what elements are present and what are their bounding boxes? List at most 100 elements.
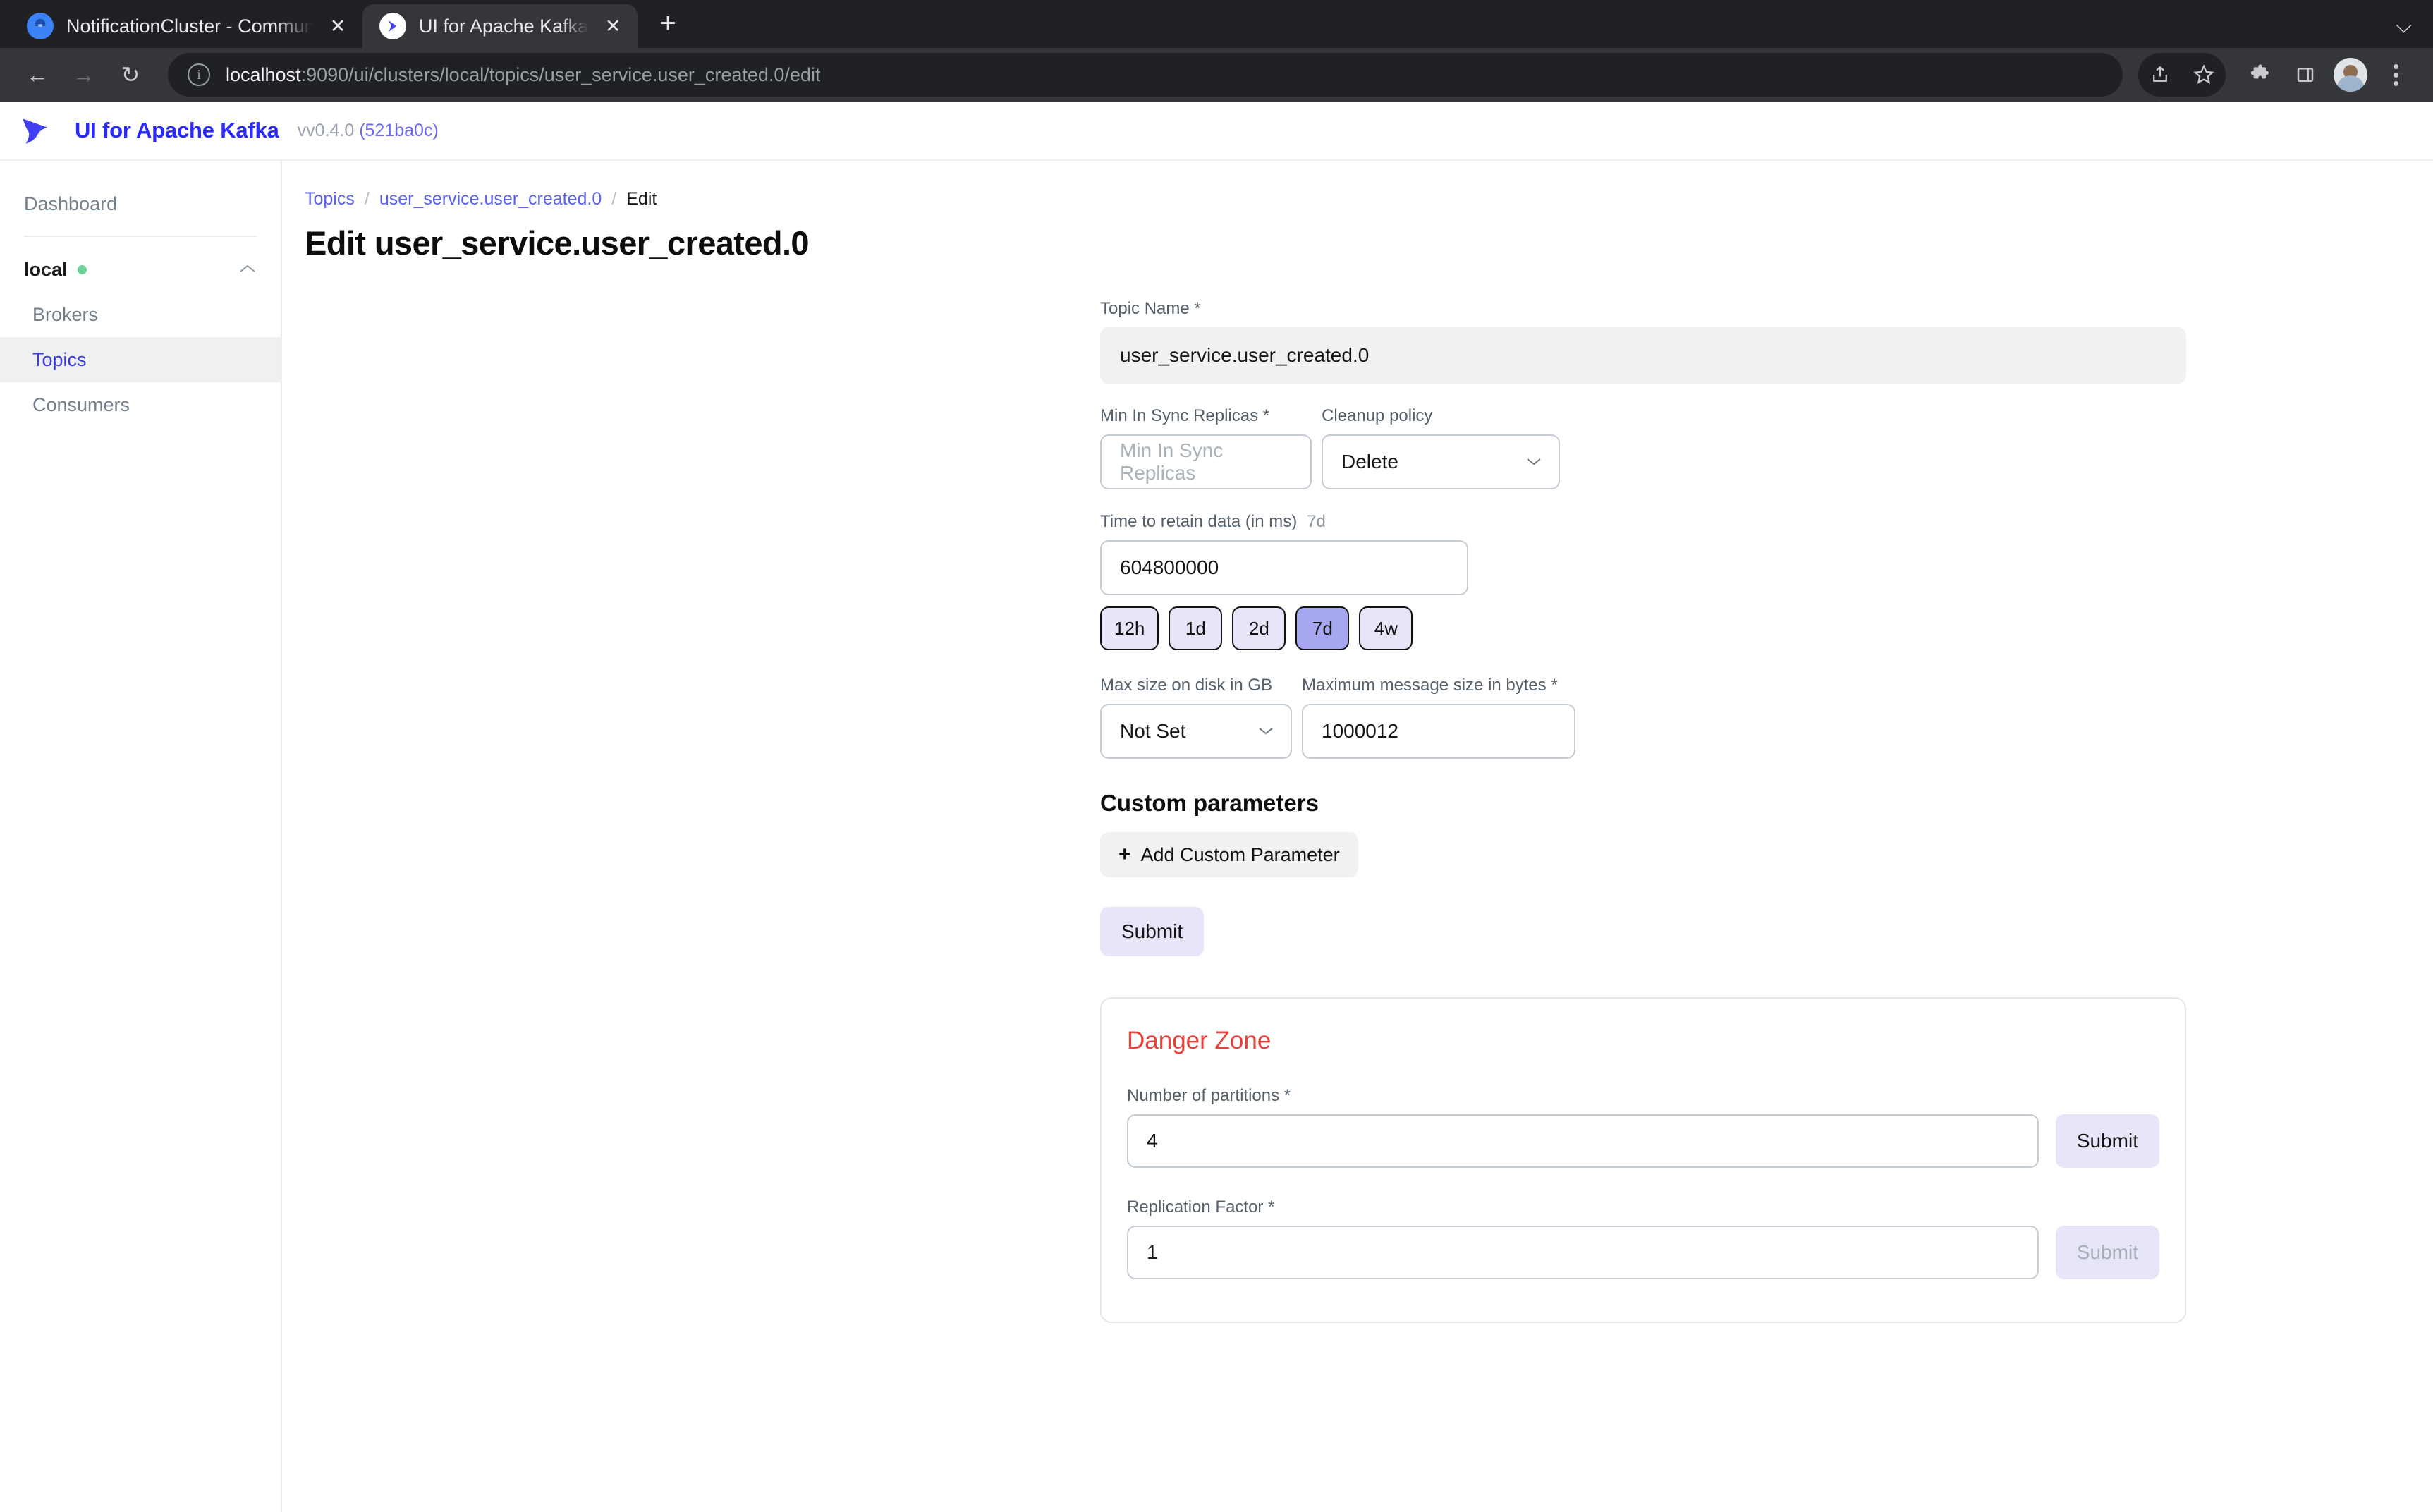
kafka-ui-app: UI for Apache Kafka vv0.4.0 (521ba0c) Da… [0, 102, 2433, 1512]
field-max-size-on-disk: Max size on disk in GB Not Set [1100, 676, 1292, 759]
status-online-dot-icon [78, 265, 87, 274]
chevron-down-icon [1257, 722, 1275, 740]
field-retention: Time to retain data (in ms)7d 604800000 … [1100, 512, 2186, 650]
kafka-ui-icon [379, 13, 406, 39]
address-bar[interactable]: i localhost:9090/ui/clusters/local/topic… [168, 53, 2123, 97]
custom-parameters-title: Custom parameters [1100, 790, 2186, 817]
notification-cluster-icon [27, 13, 54, 39]
retention-hint: 7d [1307, 512, 1326, 531]
breadcrumb-link-topics[interactable]: Topics [305, 189, 355, 209]
retention-label: Time to retain data (in ms) 7d [1100, 512, 2186, 532]
replication-factor-row: 1 Submit [1127, 1226, 2159, 1279]
field-number-of-partitions: Number of partitions * 4 Submit [1127, 1086, 2159, 1168]
forward-button[interactable]: → [62, 53, 106, 97]
chrome-menu-kebab[interactable] [2374, 53, 2417, 97]
topic-edit-form: Topic Name * user_service.user_created.0… [1100, 299, 2186, 1323]
browser-tab-kafka-ui[interactable]: UI for Apache Kafka ✕ [362, 4, 638, 48]
sidebar-item-brokers[interactable]: Brokers [0, 292, 281, 337]
app-brand-title[interactable]: UI for Apache Kafka [75, 118, 279, 143]
retention-preset-12h[interactable]: 12h [1100, 606, 1159, 650]
url-text: localhost:9090/ui/clusters/local/topics/… [226, 64, 820, 86]
number-of-partitions-input[interactable]: 4 [1127, 1114, 2039, 1168]
retention-preset-4w[interactable]: 4w [1359, 606, 1413, 650]
chevron-down-icon [1525, 453, 1543, 471]
sidebar-item-consumers[interactable]: Consumers [0, 382, 281, 427]
avatar-body [2336, 75, 2365, 92]
max-size-on-disk-select[interactable]: Not Set [1100, 704, 1292, 759]
max-message-size-input[interactable]: 1000012 [1302, 704, 1575, 759]
retention-presets: 12h 1d 2d 7d 4w [1100, 606, 2186, 650]
field-max-message-size: Maximum message size in bytes * 1000012 [1302, 676, 1575, 759]
sidebar: Dashboard local Brokers Topics Consumers [0, 161, 282, 1512]
back-button[interactable]: ← [16, 53, 59, 97]
field-replication-factor: Replication Factor * 1 Submit [1127, 1197, 2159, 1279]
main-content: Topics / user_service.user_created.0 / E… [282, 161, 2433, 1512]
sidebar-cluster-local[interactable]: local [0, 247, 281, 292]
replicas-policy-row: Min In Sync Replicas * Min In Sync Repli… [1100, 406, 2186, 489]
topic-name-input: user_service.user_created.0 [1100, 327, 2186, 384]
app-header: UI for Apache Kafka vv0.4.0 (521ba0c) [0, 102, 2433, 161]
cleanup-policy-select[interactable]: Delete [1322, 434, 1560, 489]
breadcrumb-current: Edit [626, 189, 657, 209]
chevron-down-icon[interactable]: ⌵ [2396, 14, 2433, 48]
cleanup-policy-value: Delete [1341, 451, 1398, 473]
replication-factor-submit-button[interactable]: Submit [2056, 1226, 2159, 1279]
profile-avatar[interactable] [2329, 53, 2372, 97]
browser-tab-title: NotificationCluster - Communit [66, 16, 313, 37]
toolbar-actions [2138, 53, 2417, 97]
app-version: vv0.4.0 (521ba0c) [298, 121, 439, 141]
breadcrumb: Topics / user_service.user_created.0 / E… [305, 189, 2433, 209]
submit-button[interactable]: Submit [1100, 907, 1204, 956]
site-info-icon[interactable]: i [188, 63, 210, 86]
new-tab-button[interactable]: + [646, 1, 690, 45]
breadcrumb-separator: / [611, 189, 616, 209]
topic-name-label: Topic Name * [1100, 299, 2186, 319]
max-size-on-disk-value: Not Set [1120, 720, 1185, 743]
avatar [2334, 58, 2367, 92]
add-custom-parameter-label: Add Custom Parameter [1141, 844, 1340, 866]
version-number: vv0.4.0 [298, 121, 360, 140]
add-custom-parameter-button[interactable]: + Add Custom Parameter [1100, 832, 1358, 877]
kafka-ui-logo-icon[interactable] [16, 110, 56, 151]
danger-zone-card: Danger Zone Number of partitions * 4 Sub… [1100, 997, 2186, 1323]
sidebar-divider [24, 236, 257, 237]
field-topic-name: Topic Name * user_service.user_created.0 [1100, 299, 2186, 384]
share-icon[interactable] [2138, 53, 2182, 97]
omnibox-actions [2138, 53, 2226, 97]
close-icon[interactable]: ✕ [326, 14, 350, 38]
breadcrumb-link-topic[interactable]: user_service.user_created.0 [379, 189, 602, 209]
max-message-size-label: Maximum message size in bytes * [1302, 676, 1575, 695]
partitions-row: 4 Submit [1127, 1114, 2159, 1168]
retention-input[interactable]: 604800000 [1100, 540, 1468, 595]
field-cleanup-policy: Cleanup policy Delete [1322, 406, 1560, 489]
sidebar-item-topics[interactable]: Topics [0, 337, 281, 382]
retention-preset-1d[interactable]: 1d [1169, 606, 1222, 650]
number-of-partitions-label: Number of partitions * [1127, 1086, 2159, 1106]
max-size-on-disk-label: Max size on disk in GB [1100, 676, 1292, 695]
browser-tab-title: UI for Apache Kafka [419, 16, 588, 37]
replication-factor-input[interactable]: 1 [1127, 1226, 2039, 1279]
bookmark-star-icon[interactable] [2182, 53, 2226, 97]
chevron-up-icon[interactable] [238, 260, 257, 279]
side-panel-icon[interactable] [2283, 53, 2327, 97]
retention-preset-2d[interactable]: 2d [1232, 606, 1286, 650]
retention-preset-7d[interactable]: 7d [1295, 606, 1349, 650]
partitions-submit-button[interactable]: Submit [2056, 1114, 2159, 1168]
sizes-row: Max size on disk in GB Not Set Maximum m… [1100, 676, 2186, 759]
replication-factor-label: Replication Factor * [1127, 1197, 2159, 1217]
close-icon[interactable]: ✕ [601, 14, 625, 38]
sidebar-item-dashboard[interactable]: Dashboard [0, 182, 281, 226]
field-min-insync-replicas: Min In Sync Replicas * Min In Sync Repli… [1100, 406, 1312, 489]
min-insync-replicas-label: Min In Sync Replicas * [1100, 406, 1312, 426]
min-insync-replicas-input[interactable]: Min In Sync Replicas [1100, 434, 1312, 489]
browser-tab-notificationcluster[interactable]: NotificationCluster - Communit ✕ [10, 4, 362, 48]
cleanup-policy-label: Cleanup policy [1322, 406, 1560, 426]
retention-label-text: Time to retain data (in ms) [1100, 512, 1297, 531]
danger-zone-title: Danger Zone [1127, 1027, 2159, 1055]
reload-button[interactable]: ↻ [109, 53, 152, 97]
danger-zone-spacer [1127, 1178, 2159, 1197]
app-body: Dashboard local Brokers Topics Consumers… [0, 161, 2433, 1512]
browser-toolbar: ← → ↻ i localhost:9090/ui/clusters/local… [0, 48, 2433, 102]
extensions-puzzle-icon[interactable] [2238, 53, 2282, 97]
cluster-name: local [24, 259, 68, 281]
